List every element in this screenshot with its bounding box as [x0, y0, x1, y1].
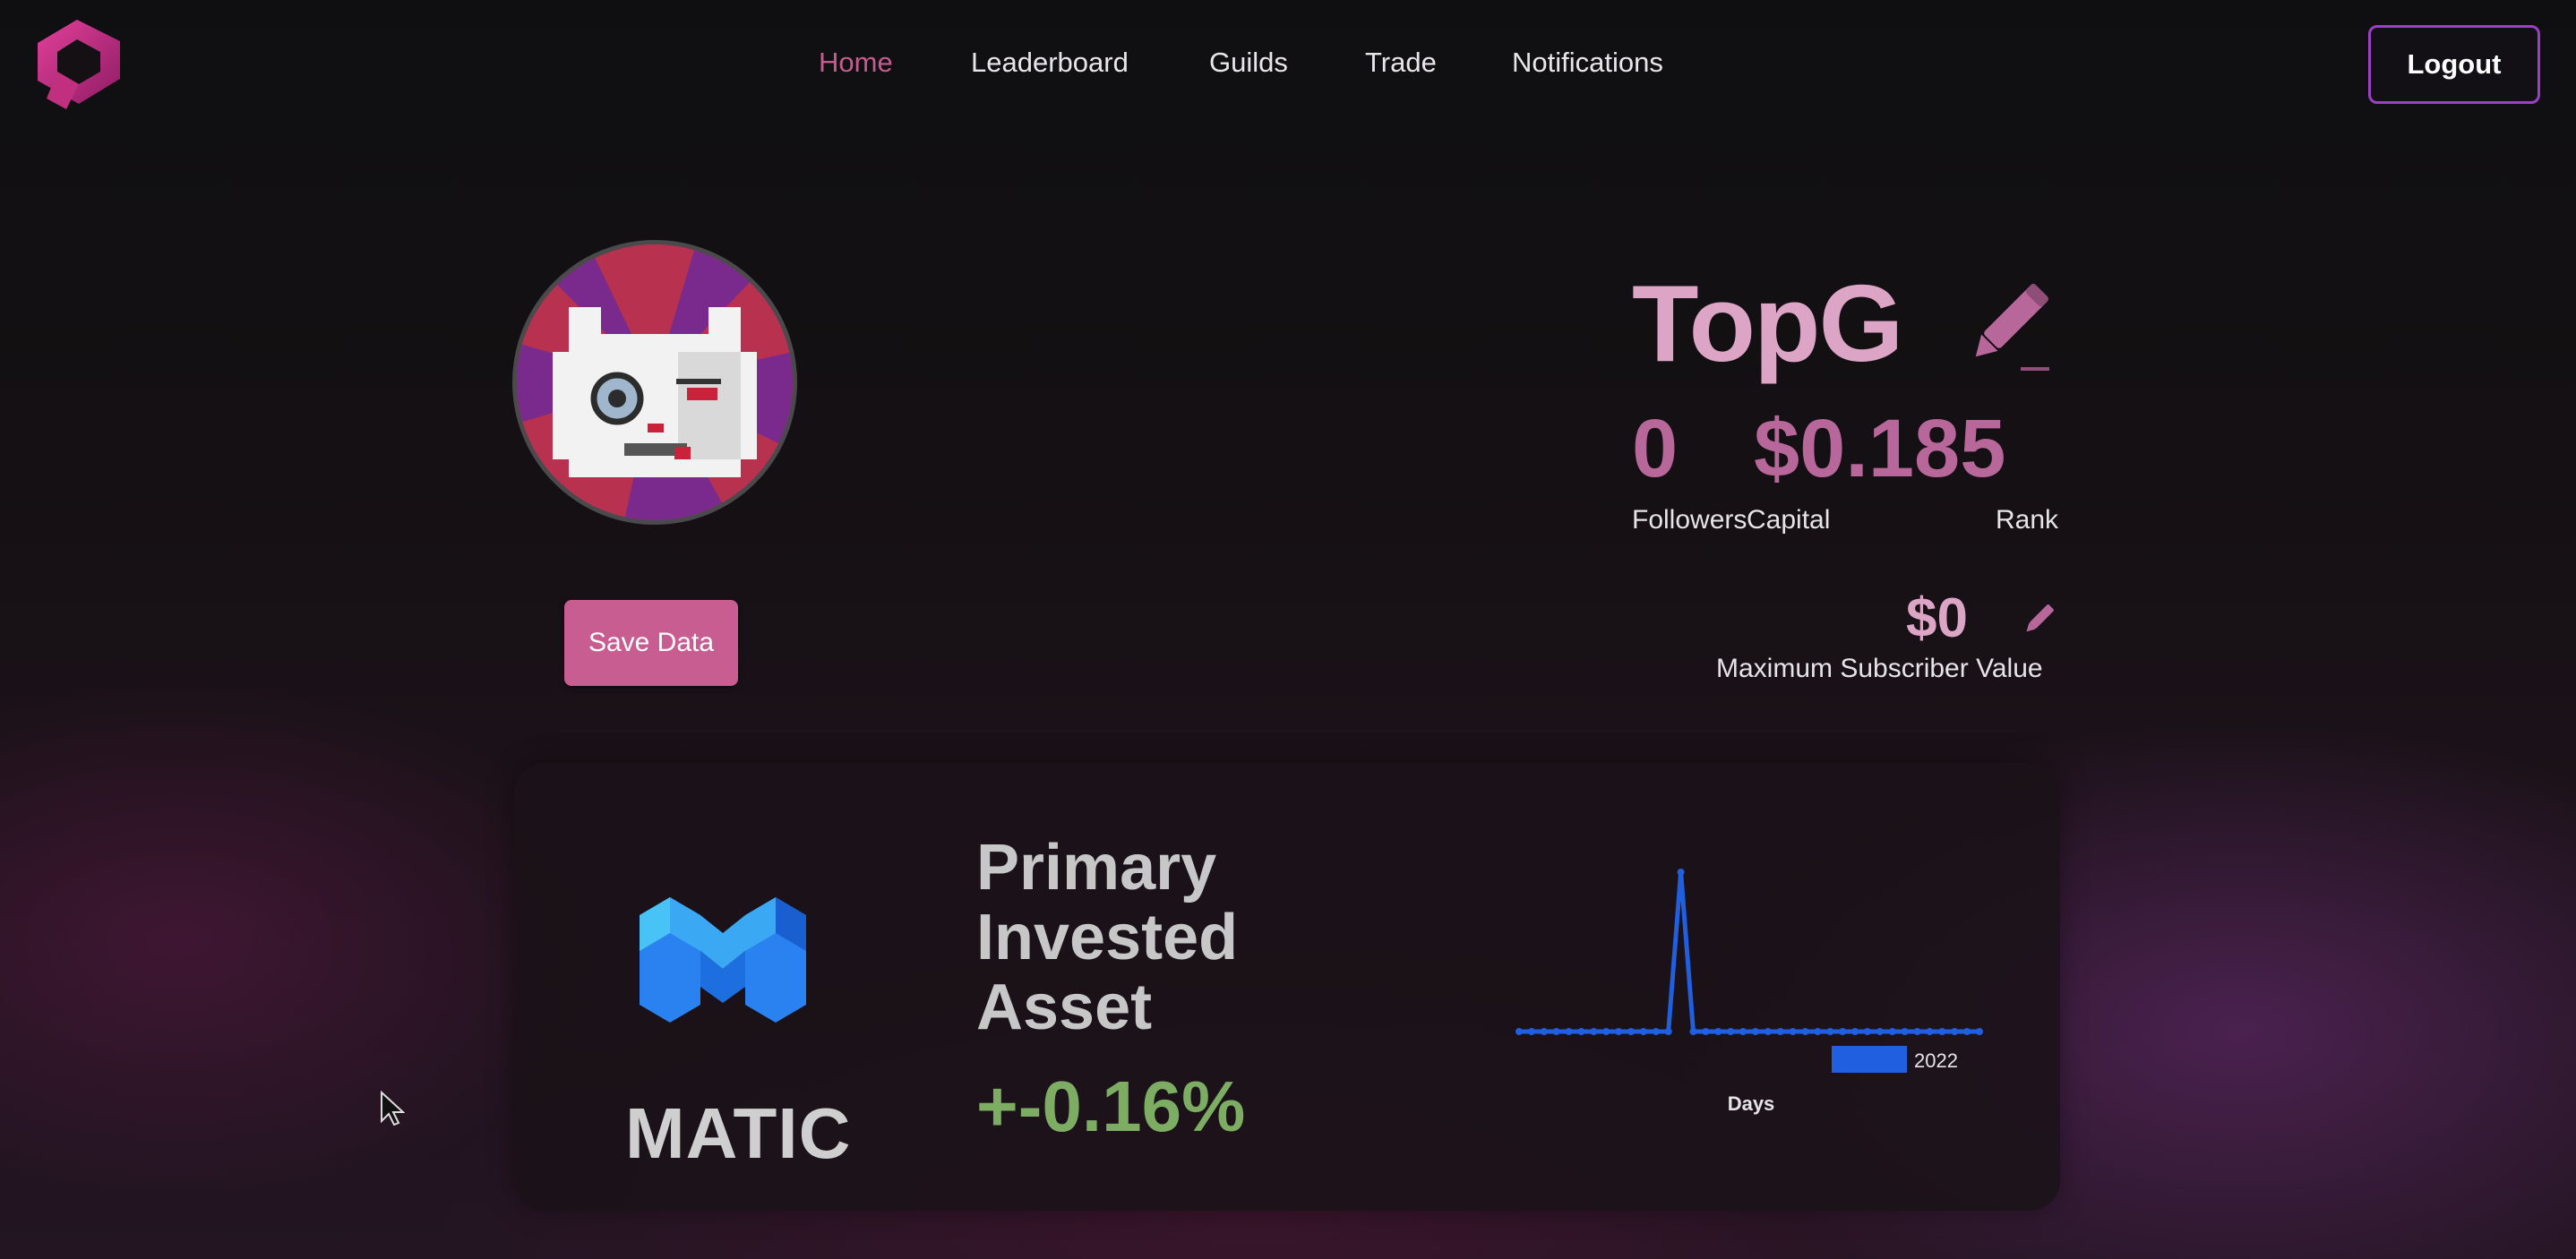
chart-point — [1527, 1028, 1535, 1035]
chart-point — [1789, 1028, 1797, 1035]
chart-point — [1552, 1028, 1560, 1035]
avatar[interactable] — [512, 240, 797, 525]
chart-series-line — [1519, 871, 1979, 1034]
chart-point — [1839, 1028, 1847, 1035]
chart-point — [1516, 1028, 1523, 1035]
chart-legend-label: 2022 — [1914, 1049, 1958, 1072]
chart-legend-swatch — [1832, 1046, 1907, 1073]
nav-guilds[interactable]: Guilds — [1209, 47, 1288, 79]
edit-username-pencil-icon[interactable] — [1958, 279, 2053, 374]
capital-label: Capital — [1747, 505, 1831, 535]
chart-point — [1739, 1028, 1747, 1035]
nav-leaderboard[interactable]: Leaderboard — [971, 47, 1129, 79]
chart-point — [1565, 1028, 1573, 1035]
chart-point — [1602, 1028, 1610, 1035]
chart-point — [1689, 1028, 1697, 1035]
max-subscriber-label: Maximum Subscriber Value — [1716, 654, 2043, 683]
capital-value: $0.185 — [1754, 403, 2006, 494]
chart-point — [1639, 1028, 1647, 1035]
asset-title-line: Asset — [976, 972, 1153, 1043]
chart-point — [1764, 1028, 1772, 1035]
chart-point — [1615, 1028, 1623, 1035]
nav-trade[interactable]: Trade — [1365, 47, 1437, 79]
chart-point — [1888, 1028, 1896, 1035]
chart-point — [1714, 1028, 1722, 1035]
edit-subscriber-pencil-icon[interactable] — [2021, 602, 2057, 638]
chart-point — [1951, 1028, 1959, 1035]
chart-point — [1540, 1028, 1548, 1035]
chart-point — [1577, 1028, 1585, 1035]
nav-home[interactable]: Home — [819, 47, 893, 79]
cursor-icon — [381, 1091, 405, 1126]
chart-point — [1976, 1028, 1983, 1035]
asset-title: Primary Invested Asset — [976, 833, 1238, 1042]
chart-point — [1664, 1028, 1672, 1035]
chart-point — [1863, 1028, 1871, 1035]
chart-x-axis-label: Days — [1728, 1092, 1775, 1115]
avatar-cat-image — [517, 244, 793, 520]
followers-label: Followers — [1632, 505, 1747, 535]
asset-title-line: Invested — [976, 902, 1239, 973]
chart-point — [1801, 1028, 1809, 1035]
chart-point — [1627, 1028, 1636, 1035]
chart-point — [1826, 1028, 1834, 1035]
chart-point — [1851, 1028, 1859, 1035]
asset-title-line: Primary — [976, 832, 1217, 904]
nav-notifications[interactable]: Notifications — [1512, 47, 1663, 79]
chart-point — [1814, 1028, 1822, 1035]
asset-change: +-0.16% — [976, 1066, 1246, 1146]
chart-point — [1876, 1028, 1884, 1035]
chart-point — [1751, 1028, 1759, 1035]
max-subscriber-value: $0 — [1906, 587, 1968, 649]
chart-point — [1963, 1028, 1971, 1035]
save-data-button[interactable]: Save Data — [564, 600, 738, 686]
asset-price-chart: 2022 Days — [1516, 869, 1983, 1115]
logout-button[interactable]: Logout — [2368, 25, 2540, 104]
chart-point — [1677, 869, 1685, 876]
followers-value: 0 — [1632, 403, 1679, 494]
chart-point — [1652, 1028, 1660, 1035]
rank-label: Rank — [1996, 505, 2059, 535]
chart-point — [1926, 1028, 1934, 1035]
asset-symbol: MATIC — [625, 1093, 852, 1173]
chart-point — [1590, 1028, 1598, 1035]
chart-point — [1727, 1028, 1735, 1035]
chart-point — [1913, 1028, 1921, 1035]
matic-logo-icon — [640, 897, 806, 1023]
chart-point — [1776, 1028, 1784, 1035]
chart-point — [1938, 1028, 1946, 1035]
main-nav: Home Leaderboard Guilds Trade Notificati… — [0, 47, 2576, 86]
username: TopG — [1632, 262, 1903, 384]
chart-point — [1702, 1028, 1710, 1035]
chart-point — [1901, 1028, 1909, 1035]
